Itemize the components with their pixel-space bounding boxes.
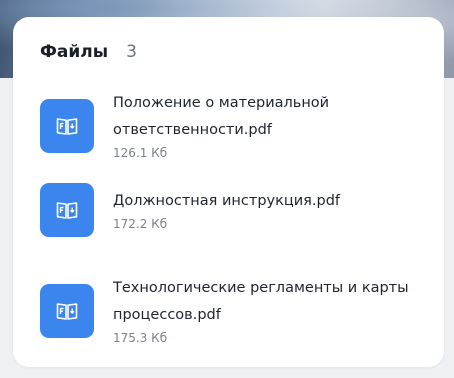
file-name-link[interactable]: Технологические регламенты и карты проце… [113, 275, 433, 329]
pdf-file-icon[interactable] [40, 283, 94, 338]
pdf-file-icon[interactable] [40, 183, 94, 237]
files-count: 3 [126, 42, 137, 62]
file-item[interactable]: Технологические регламенты и карты проце… [40, 275, 433, 346]
files-card: Файлы 3 Положение о материальной ответст… [13, 17, 444, 367]
pdf-file-icon[interactable] [40, 98, 94, 153]
files-title: Файлы [40, 42, 109, 62]
files-header: Файлы 3 [40, 42, 137, 62]
file-item[interactable]: Должностная инструкция.pdf 172.2 Кб [40, 183, 433, 237]
book-icon [56, 117, 78, 135]
book-icon [56, 202, 78, 219]
file-size: 175.3 Кб [113, 331, 168, 345]
file-name-link[interactable]: Должностная инструкция.pdf [113, 188, 433, 215]
book-icon [56, 302, 78, 320]
file-name-link[interactable]: Положение о материальной ответственности… [113, 90, 433, 144]
file-size: 126.1 Кб [113, 146, 168, 160]
file-info: Положение о материальной ответственности… [113, 90, 433, 161]
file-info: Технологические регламенты и карты проце… [113, 275, 433, 346]
file-size: 172.2 Кб [113, 217, 168, 231]
file-item[interactable]: Положение о материальной ответственности… [40, 90, 433, 161]
file-info: Должностная инструкция.pdf 172.2 Кб [113, 188, 433, 232]
